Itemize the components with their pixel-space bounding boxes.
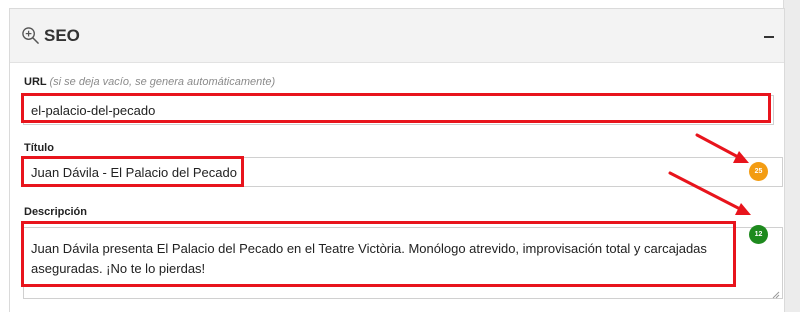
url-label: URL (si se deja vacío, se genera automát… <box>24 76 275 88</box>
description-label: Descripción <box>24 206 87 218</box>
resize-grip-icon[interactable] <box>772 291 780 299</box>
seo-panel-header[interactable]: SEO <box>10 9 784 63</box>
description-textarea[interactable]: Juan Dávila presenta El Palacio del Peca… <box>23 227 783 299</box>
url-label-text: URL <box>24 76 47 88</box>
panel-title: SEO <box>44 26 80 45</box>
scrollbar-track[interactable] <box>783 0 800 312</box>
title-input[interactable] <box>23 157 783 187</box>
collapse-button[interactable] <box>764 36 774 38</box>
title-label: Título <box>24 142 54 154</box>
description-length-badge: 12 <box>749 225 768 244</box>
zoom-in-icon <box>22 27 39 44</box>
title-length-badge: 25 <box>749 162 768 181</box>
url-input[interactable] <box>23 95 774 125</box>
seo-panel: SEO URL (si se deja vacío, se genera aut… <box>9 8 785 312</box>
url-hint: (si se deja vacío, se genera automáticam… <box>49 76 276 88</box>
